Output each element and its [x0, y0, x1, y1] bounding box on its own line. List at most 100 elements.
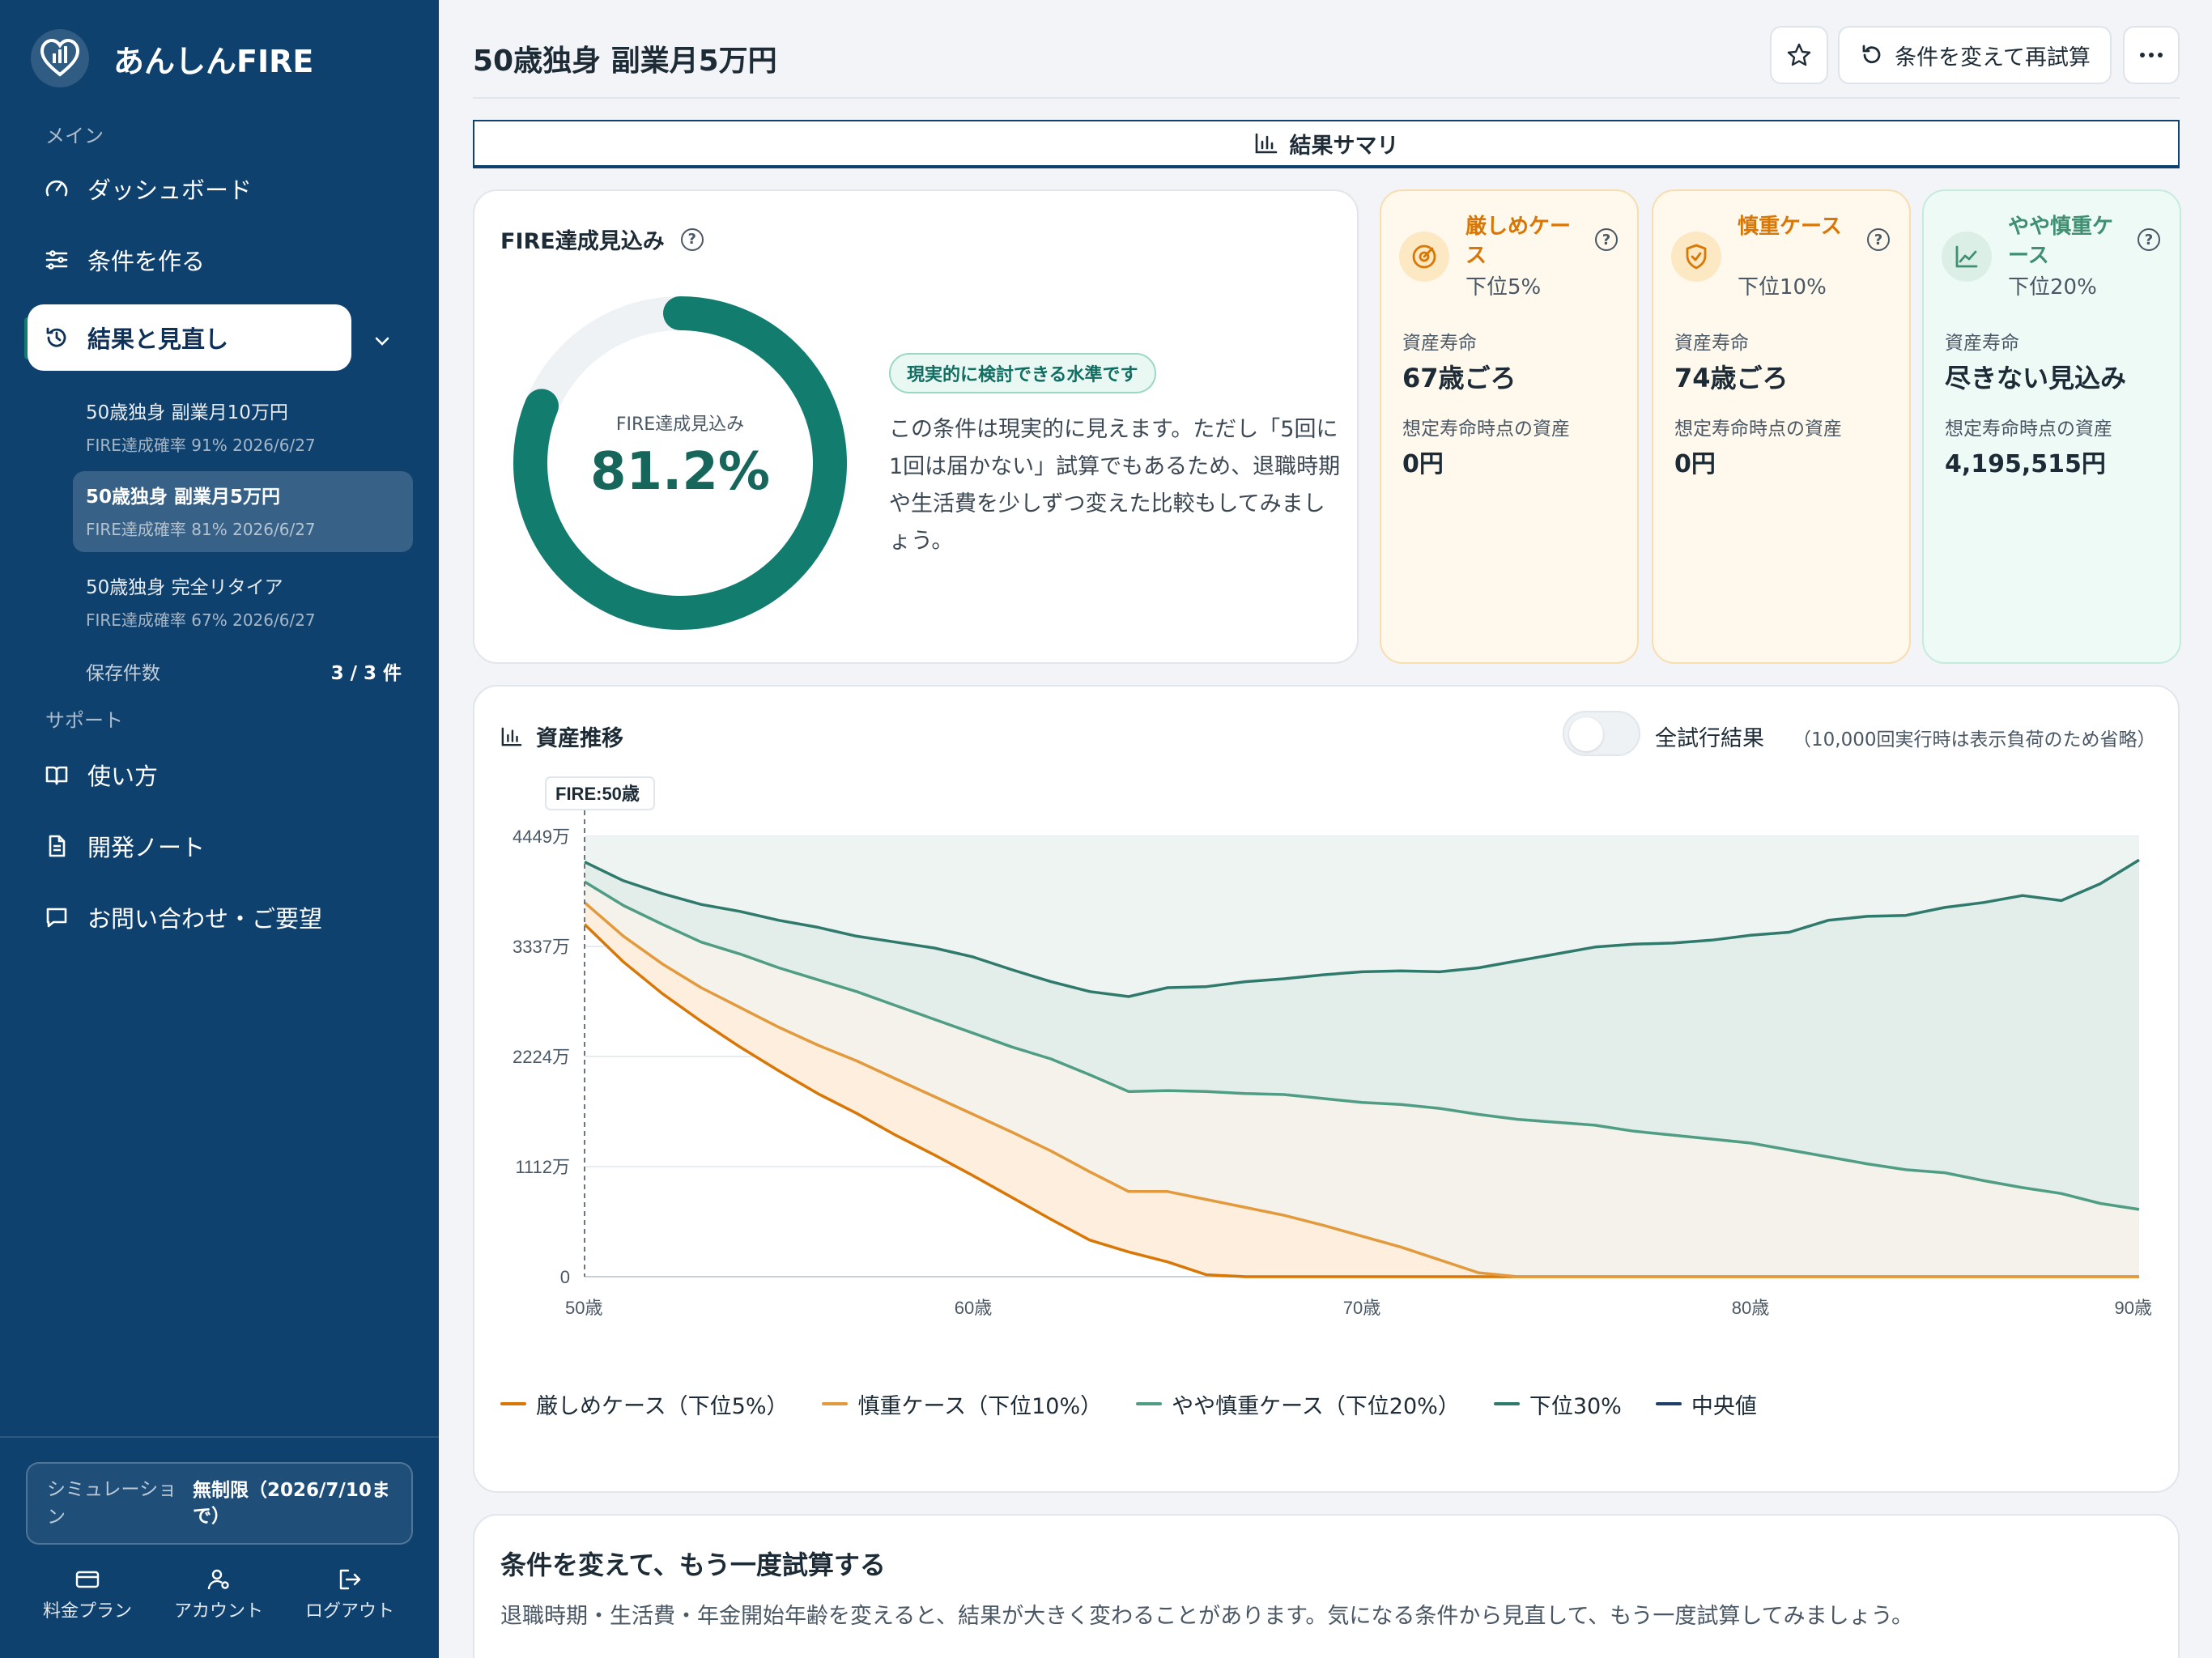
shield-icon: [1671, 232, 1721, 282]
result-title: 50歳独身 副業月5万円: [86, 487, 281, 508]
fire-title-text: FIRE達成見込み: [500, 229, 665, 254]
legend-swatch: [1655, 1402, 1682, 1405]
asset-life-label: 資産寿命: [1402, 333, 1477, 354]
tab-label: 結果サマリ: [1289, 133, 1399, 159]
gauge-icon: [28, 176, 87, 202]
toggle-knob: [1569, 717, 1603, 751]
legend-label: 下位30%: [1529, 1393, 1622, 1419]
assessment-badge: 現実的に検討できる水準です: [889, 353, 1156, 393]
save-count: 保存件数 3 / 3 件: [86, 657, 402, 685]
y-tick-label: 0: [560, 1267, 570, 1287]
retry-button-label: 条件を変えて再試算: [1895, 45, 2091, 70]
all-trials-note: （10,000回実行時は表示負荷のため省略）: [1793, 729, 2156, 750]
nav-dashboard[interactable]: ダッシュボード: [28, 155, 351, 222]
nav-dev-notes[interactable]: 開発ノート: [28, 813, 351, 879]
account-link[interactable]: アカウント: [154, 1562, 283, 1622]
asset-at-death-value: 4,195,515円: [1945, 450, 2106, 478]
assessment-description: この条件は現実的に見えます。ただし「5回に1回は届かない」試算でもあるため、退職…: [889, 417, 1341, 554]
asset-chart: 0 1112万 2224万 3337万 4449万 50歳 60歳 70歳 80歳 90歳 FIR…: [513, 776, 2152, 1318]
nav-guide[interactable]: 使い方: [28, 742, 351, 808]
retry-card-title: 条件を変えて、もう一度試算する: [500, 1550, 886, 1580]
legend-swatch: [822, 1402, 849, 1405]
scenario-card-slightly-cautious: やや慎重ケース 下位20% ? 資産寿命 尽きない見込み 想定寿命時点の資産 4…: [1922, 189, 2181, 664]
fire-probability-value: 81.2%: [589, 442, 771, 502]
tab-result-summary[interactable]: 結果サマリ: [473, 120, 2180, 168]
divider: [0, 1436, 439, 1438]
nav-create-conditions[interactable]: 条件を作る: [28, 227, 351, 293]
asset-at-death-label: 想定寿命時点の資産: [1402, 419, 1570, 440]
pricing-link[interactable]: 料金プラン: [23, 1562, 152, 1622]
result-title: 50歳独身 副業月10万円: [86, 402, 288, 423]
more-horizontal-icon: [2140, 53, 2163, 57]
help-icon[interactable]: ?: [1595, 228, 1618, 251]
result-item[interactable]: 50歳独身 完全リタイア FIRE達成確率 67% 2026/6/27: [73, 562, 413, 643]
legend-swatch: [1136, 1402, 1163, 1405]
nav-label: お問い合わせ・ご要望: [87, 905, 323, 933]
star-icon: [1787, 43, 1811, 66]
x-tick-label: 80歳: [1732, 1298, 1769, 1318]
asset-at-death-value: 0円: [1674, 450, 1716, 478]
chevron-down-icon[interactable]: [369, 328, 395, 357]
scenario-percentile: 下位5%: [1465, 275, 1542, 300]
help-icon[interactable]: ?: [2138, 228, 2160, 251]
all-trials-toggle[interactable]: [1563, 711, 1640, 756]
chat-icon: [28, 904, 87, 930]
nav-results[interactable]: 結果と見直し: [28, 304, 351, 371]
trend-icon: [1942, 232, 1992, 282]
nav-section-main: メイン: [45, 125, 104, 147]
asset-at-death-label: 想定寿命時点の資産: [1945, 419, 2112, 440]
result-item[interactable]: 50歳独身 副業月10万円 FIRE達成確率 91% 2026/6/27: [73, 387, 413, 468]
logout-link[interactable]: ログアウト: [285, 1562, 415, 1622]
help-icon[interactable]: ?: [680, 227, 704, 251]
asset-life-value: 67歳ごろ: [1402, 363, 1516, 393]
scenario-name: 厳しめケース: [1465, 215, 1572, 268]
bar-chart-icon: [501, 727, 522, 746]
result-sub: FIRE達成確率 91% 2026/6/27: [86, 436, 316, 455]
legend-item-median[interactable]: 中央値: [1655, 1388, 1757, 1420]
asset-life-value: 74歳ごろ: [1674, 363, 1789, 393]
card-icon: [23, 1562, 152, 1596]
retry-button[interactable]: 条件を変えて再試算: [1838, 26, 2112, 84]
logout-label: ログアウト: [304, 1601, 394, 1622]
scenario-percentile: 下位10%: [1738, 275, 1827, 300]
simulation-value: 無制限（2026/7/10まで）: [193, 1480, 390, 1527]
save-count-value: 3 / 3 件: [330, 663, 402, 684]
favorite-button[interactable]: [1770, 26, 1828, 84]
chart-legend: 厳しめケース（下位5%） 慎重ケース（下位10%） やや慎重ケース（下位20%）…: [500, 1386, 1791, 1422]
refresh-icon: [1862, 45, 1881, 64]
legend-item-slightly-cautious[interactable]: やや慎重ケース（下位20%）: [1136, 1388, 1460, 1420]
asset-life-label: 資産寿命: [1945, 333, 2019, 354]
account-icon: [154, 1562, 283, 1596]
nav-contact[interactable]: お問い合わせ・ご要望: [28, 884, 351, 950]
document-icon: [28, 833, 87, 859]
simulation-key: シミュレーション: [47, 1479, 177, 1528]
more-menu-button[interactable]: [2123, 26, 2180, 84]
asset-at-death-value: 0円: [1402, 450, 1444, 478]
result-sub: FIRE達成確率 81% 2026/6/27: [86, 520, 316, 539]
fire-card-title: FIRE達成見込み ?: [500, 223, 704, 255]
scenario-name: 慎重ケース: [1738, 215, 1842, 239]
legend-item-cautious[interactable]: 慎重ケース（下位10%）: [822, 1388, 1102, 1420]
result-item-active[interactable]: 50歳独身 副業月5万円 FIRE達成確率 81% 2026/6/27: [73, 471, 413, 552]
scenario-percentile: 下位20%: [2008, 275, 2097, 300]
scenario-card-cautious: 慎重ケース 下位10% ? 資産寿命 74歳ごろ 想定寿命時点の資産 0円: [1652, 189, 1911, 664]
legend-item-p30[interactable]: 下位30%: [1493, 1388, 1622, 1420]
heart-chart-icon: [31, 29, 89, 87]
history-icon: [28, 325, 87, 351]
simulation-quota: シミュレーション 無制限（2026/7/10まで）: [26, 1462, 413, 1545]
sliders-icon: [28, 247, 87, 273]
legend-item-severe[interactable]: 厳しめケース（下位5%）: [500, 1388, 788, 1420]
result-title: 50歳独身 完全リタイア: [86, 577, 283, 598]
legend-label: 中央値: [1691, 1393, 1757, 1419]
x-tick-label: 70歳: [1343, 1298, 1380, 1318]
legend-label: 厳しめケース（下位5%）: [536, 1393, 789, 1419]
asset-chart-title: 資産推移: [500, 721, 623, 752]
asset-life-value: 尽きない見込み: [1945, 363, 2127, 393]
all-trials-label: 全試行結果: [1655, 726, 1764, 751]
nav-label: ダッシュボード: [87, 176, 253, 204]
account-label: アカウント: [173, 1601, 263, 1622]
help-icon[interactable]: ?: [1867, 228, 1890, 251]
app-logo[interactable]: あんしんFIRE: [31, 26, 313, 91]
legend-swatch: [500, 1402, 526, 1405]
pricing-label: 料金プラン: [42, 1601, 132, 1622]
